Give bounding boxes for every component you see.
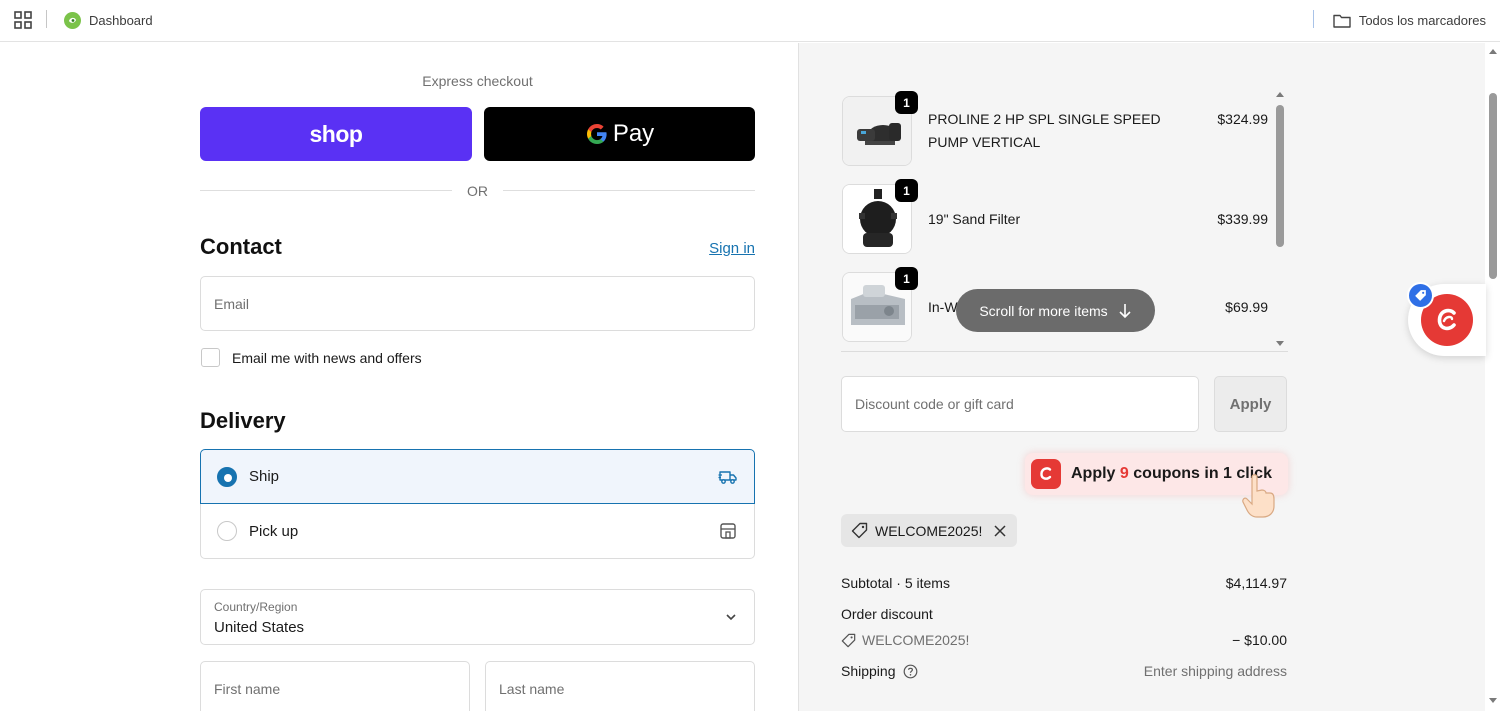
checkout-form: Express checkout shop Pay OR Contact Sig…: [0, 43, 798, 711]
first-name-field[interactable]: First name: [200, 661, 470, 711]
last-name-field[interactable]: Last name: [485, 661, 755, 711]
order-discount-label: Order discount: [841, 606, 933, 622]
shipping-row: Shipping Enter shipping address: [841, 663, 1287, 679]
cart-scroll-thumb[interactable]: [1276, 105, 1284, 247]
newsletter-checkbox[interactable]: [201, 348, 220, 367]
page-scroll-down-icon[interactable]: [1488, 697, 1498, 705]
applied-discount-chip: WELCOME2025!: [841, 514, 1018, 547]
dashboard-favicon-icon: [64, 11, 81, 29]
delivery-method-group: Ship Pick up: [200, 449, 755, 559]
pickup-label: Pick up: [249, 522, 299, 540]
delivery-heading: Delivery: [200, 408, 286, 433]
truck-icon: [718, 470, 737, 484]
pointing-hand-icon: [1242, 474, 1275, 518]
tag-icon: [841, 633, 856, 647]
product-name: PROLINE 2 HP SPL SINGLE SPEED PUMP VERTI…: [928, 111, 1161, 150]
shop-pay-label: shop: [309, 120, 363, 147]
country-region-value: United States: [214, 619, 305, 636]
subtotal-row: Subtotal · 5 items $4,114.97: [841, 575, 1287, 591]
arrow-down-icon: [1119, 303, 1131, 318]
shipping-value: Enter shipping address: [1143, 663, 1287, 679]
folder-icon: [1333, 14, 1351, 28]
product-name: In-W: [928, 299, 958, 315]
bookmark-dashboard-label: Dashboard: [89, 12, 153, 28]
shop-pay-button[interactable]: shop: [200, 107, 472, 161]
apps-grid-icon[interactable]: [14, 11, 32, 29]
remove-discount-close-icon[interactable]: [993, 524, 1007, 538]
newsletter-label: Email me with news and offers: [232, 349, 422, 366]
pickup-radio[interactable]: [217, 521, 237, 541]
tag-icon: [851, 522, 868, 539]
quantity-badge: 1: [895, 91, 918, 114]
first-name-placeholder: First name: [214, 681, 281, 697]
quantity-badge: 1: [895, 267, 918, 290]
apply-discount-button[interactable]: Apply: [1214, 376, 1287, 432]
product-name: 19" Sand Filter: [928, 211, 1021, 227]
or-divider-label: OR: [467, 183, 488, 199]
discount-code-label: WELCOME2025!: [862, 632, 970, 648]
delivery-option-pickup[interactable]: Pick up: [200, 504, 755, 559]
chevron-down-icon: [726, 614, 736, 621]
page-scrollbar[interactable]: [1485, 43, 1500, 711]
quantity-badge: 1: [895, 179, 918, 202]
product-price: $69.99: [1225, 299, 1268, 315]
google-pay-label: Pay: [612, 120, 655, 147]
or-divider: OR: [200, 183, 755, 199]
page-scroll-thumb[interactable]: [1489, 93, 1497, 279]
order-summary: 1 PROLINE 2 HP SPL SINGLE SPEED PUMP VER…: [798, 43, 1485, 711]
scroll-up-arrow-icon[interactable]: [1275, 90, 1285, 98]
cart-item: 1 19" Sand Filter $339.99: [841, 179, 1271, 254]
shipping-label: Shipping: [841, 663, 896, 679]
discount-code-row: WELCOME2025! − $10.00: [841, 632, 1287, 651]
store-icon: [720, 523, 736, 539]
coupon-count: 9: [1119, 465, 1129, 482]
bookmarks-separator: [46, 10, 47, 28]
cart-item: 1 PROLINE 2 HP SPL SINGLE SPEED PUMP VER…: [841, 91, 1271, 166]
country-region-label: Country/Region: [214, 600, 298, 614]
page-scroll-up-icon[interactable]: [1488, 47, 1498, 55]
product-price: $324.99: [1217, 111, 1268, 127]
scroll-hint-label: Scroll for more items: [979, 302, 1108, 319]
order-discount-row: Order discount: [841, 606, 1287, 622]
coupon-tag-badge-icon: [1407, 282, 1434, 309]
product-price: $339.99: [1217, 211, 1268, 227]
newsletter-checkbox-row[interactable]: Email me with news and offers: [201, 348, 422, 367]
help-circle-icon[interactable]: [903, 664, 918, 679]
google-g-icon: [586, 124, 607, 144]
bookmarks-bar: Dashboard Todos los marcadores: [0, 0, 1500, 42]
coupon-extension-floating-button[interactable]: [1407, 282, 1486, 356]
contact-heading: Contact: [200, 234, 282, 259]
subtotal-label: Subtotal · 5 items: [841, 575, 950, 591]
all-bookmarks-button[interactable]: Todos los marcadores: [1333, 10, 1486, 30]
ship-label: Ship: [249, 468, 280, 485]
applied-code-label: WELCOME2025!: [875, 522, 983, 539]
cart-items-scrollbar[interactable]: [1272, 90, 1286, 352]
email-field[interactable]: Email: [200, 276, 755, 331]
coupon-extension-logo-icon: [1031, 459, 1061, 489]
google-pay-button[interactable]: Pay: [484, 107, 755, 161]
scroll-down-arrow-icon[interactable]: [1275, 340, 1285, 348]
sign-in-link[interactable]: Sign in: [709, 240, 755, 257]
email-placeholder: Email: [214, 295, 250, 312]
last-name-placeholder: Last name: [499, 681, 565, 697]
subtotal-value: $4,114.97: [1225, 575, 1287, 591]
all-bookmarks-label: Todos los marcadores: [1358, 12, 1486, 28]
country-region-select[interactable]: Country/Region United States: [200, 589, 755, 645]
discount-code-input[interactable]: Discount code or gift card: [841, 376, 1199, 432]
discount-value: − $10.00: [1232, 632, 1287, 648]
bookmark-dashboard[interactable]: Dashboard: [64, 10, 153, 30]
scroll-for-more-button[interactable]: Scroll for more items: [956, 289, 1155, 332]
discount-placeholder: Discount code or gift card: [855, 396, 1014, 412]
ship-radio[interactable]: [217, 466, 237, 487]
bookmarks-separator: [1313, 10, 1314, 28]
delivery-option-ship[interactable]: Ship: [200, 449, 755, 504]
express-checkout-title: Express checkout: [422, 73, 533, 89]
